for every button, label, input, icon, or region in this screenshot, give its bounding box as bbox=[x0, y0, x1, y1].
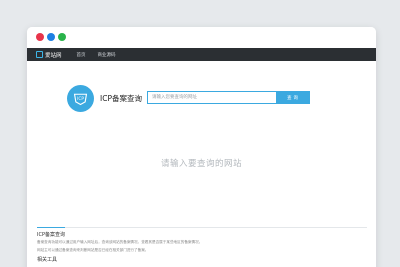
nav-link-source-code[interactable]: 商业源码 bbox=[98, 52, 116, 58]
window-titlebar bbox=[27, 27, 376, 48]
related-tools-title: 相关工具 bbox=[37, 257, 58, 263]
info-line: 网站主可以通过备案查询来判断网站是否已经在相关部门进行了备案。 bbox=[37, 247, 149, 252]
search-button[interactable]: 查询 bbox=[277, 91, 310, 104]
logo-text: 爱站网 bbox=[45, 52, 62, 59]
svg-text:ICP: ICP bbox=[77, 96, 84, 102]
logo-icon bbox=[36, 51, 43, 58]
site-logo[interactable]: 爱站网 bbox=[36, 51, 62, 59]
icp-search-area: ICP ICP备案查询 查询 bbox=[67, 85, 337, 115]
info-line: 备案查询功能可以通过用户输入网址后，查询该网站的备案情况。查看其是否属于某些地区… bbox=[37, 240, 203, 244]
section-divider-accent bbox=[37, 226, 65, 228]
top-navbar: 爱站网 首页 商业源码 bbox=[27, 48, 376, 61]
search-input[interactable] bbox=[147, 91, 277, 104]
page-title: ICP备案查询 bbox=[100, 94, 142, 103]
info-title: ICP备案查询 bbox=[37, 232, 65, 238]
icp-badge-icon: ICP bbox=[67, 85, 94, 112]
section-divider bbox=[37, 226, 367, 228]
nav-link-home[interactable]: 首页 bbox=[77, 52, 86, 58]
maximize-window-dot[interactable] bbox=[58, 33, 66, 41]
info-section: ICP备案查询 备案查询功能可以通过用户输入网址后，查询该网站的备案情况。查看其… bbox=[37, 226, 367, 263]
minimize-window-dot[interactable] bbox=[47, 33, 55, 41]
close-window-dot[interactable] bbox=[36, 33, 44, 41]
empty-state-hint: 请输入要查询的网站 bbox=[160, 159, 242, 169]
browser-window: 爱站网 首页 商业源码 ICP ICP备案查询 查询 请输入要查询的网站 ICP… bbox=[27, 27, 376, 267]
